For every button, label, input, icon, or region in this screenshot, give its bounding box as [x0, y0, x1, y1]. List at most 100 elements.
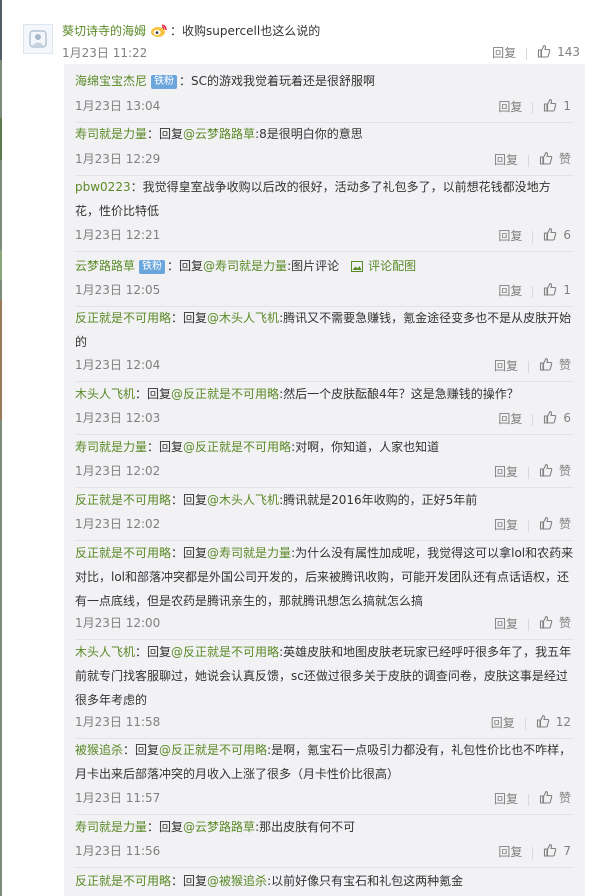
reply-timestamp: 1月23日 12:04 — [75, 358, 161, 372]
list-item: 被猴追杀：回复@反正就是不可用略:是啊，氪宝石一点吸引力都没有，礼包性价比也不咋… — [64, 738, 585, 815]
mention-link[interactable]: @云梦路路草 — [183, 820, 255, 834]
reply-text-block: 寿司就是力量：回复@云梦路路草:8是很明白你的意思 — [75, 122, 574, 146]
reply-text-block: 木头人飞机：回复@反正就是不可用略:英雄皮肤和地图皮肤老玩家已经呼吁很多年了，我… — [75, 640, 574, 712]
reply-text-block: 云梦路路草 铁粉 ：回复@寿司就是力量:图片评论 评论配图 — [75, 254, 574, 280]
reply-username[interactable]: 寿司就是力量 — [75, 820, 147, 834]
reply-prefix: 回复 — [159, 820, 184, 834]
like-button[interactable]: 赞 — [539, 615, 571, 634]
reply-username[interactable]: 木头人飞机 — [75, 387, 135, 401]
reply-separator: ： — [171, 874, 184, 888]
reply-actions: 回复 7 — [498, 843, 571, 862]
reply-actions: 回复 赞 — [494, 516, 571, 535]
mention-link[interactable]: @反正就是不可用略 — [183, 440, 291, 454]
reply-username[interactable]: pbw0223 — [75, 180, 131, 194]
reply-actions: 回复 1 — [498, 98, 571, 117]
thumbs-up-icon — [539, 790, 553, 809]
action-divider — [527, 519, 529, 532]
reply-timestamp: 1月23日 11:57 — [75, 791, 161, 805]
reply-button[interactable]: 回复 — [498, 283, 522, 300]
reply-separator: ： — [135, 387, 148, 401]
reply-username[interactable]: 反正就是不可用略 — [75, 546, 171, 560]
reply-text: :腾讯就是2016年收购的，正好5年前 — [279, 493, 478, 507]
fan-badge: 铁粉 — [139, 260, 166, 274]
mention-link[interactable]: @寿司就是力量 — [203, 259, 287, 273]
like-count: 赞 — [558, 791, 571, 805]
reply-button[interactable]: 回复 — [498, 411, 522, 428]
reply-username[interactable]: 云梦路路草 — [75, 259, 135, 273]
reply-button[interactable]: 回复 — [498, 228, 522, 245]
action-divider — [527, 466, 529, 479]
list-item: 反正就是不可用略：回复@寿司就是力量:为什么没有属性加成呢，我觉得这可以拿lol… — [64, 541, 585, 640]
reply-username[interactable]: 反正就是不可用略 — [75, 311, 171, 325]
comment-username[interactable]: 葵切诗寺的海姆 — [62, 24, 146, 38]
reply-button[interactable]: 回复 — [492, 45, 516, 62]
action-divider — [532, 413, 534, 426]
comment-text: ：收购supercell也这么说的 — [170, 24, 321, 38]
action-divider — [526, 47, 528, 60]
reply-timestamp: 1月23日 12:03 — [75, 411, 161, 425]
reply-separator: ： — [179, 74, 192, 88]
reply-username[interactable]: 木头人飞机 — [75, 645, 135, 659]
like-button[interactable]: 赞 — [539, 151, 571, 170]
like-count: 1 — [563, 99, 571, 113]
reply-username[interactable]: 被猴追杀 — [75, 743, 123, 757]
reply-button[interactable]: 回复 — [491, 715, 515, 732]
reply-actions: 回复 1 — [498, 282, 571, 301]
reply-prefix: 回复 — [179, 259, 204, 273]
reply-text-block: 反正就是不可用略：回复@被猴追杀:以前好像只有宝石和礼包这两种氪金 — [75, 869, 574, 893]
thumbs-up-icon — [537, 44, 551, 63]
mention-link[interactable]: @被猴追杀 — [207, 874, 267, 888]
like-button[interactable]: 赞 — [539, 463, 571, 482]
like-button[interactable]: 1 — [543, 98, 571, 117]
reply-text: :8是很明白你的意思 — [255, 127, 363, 141]
mention-link[interactable]: @寿司就是力量 — [207, 546, 291, 560]
reply-button[interactable]: 回复 — [494, 152, 518, 169]
reply-prefix: 回复 — [147, 387, 172, 401]
reply-separator: ： — [147, 127, 160, 141]
like-button[interactable]: 赞 — [539, 357, 571, 376]
reply-text-block: 木头人飞机：回复@反正就是不可用略:然后一个皮肤酝酿4年？这是急赚钱的操作？ — [75, 382, 574, 406]
avatar[interactable] — [23, 24, 53, 54]
like-button[interactable]: 6 — [543, 410, 571, 429]
reply-button[interactable]: 回复 — [494, 358, 518, 375]
comment-image-link[interactable]: 评论配图 — [351, 259, 416, 273]
like-button[interactable]: 6 — [543, 227, 571, 246]
reply-username[interactable]: 寿司就是力量 — [75, 127, 147, 141]
action-divider — [532, 101, 534, 114]
mention-link[interactable]: @反正就是不可用略 — [171, 645, 279, 659]
like-button[interactable]: 赞 — [539, 790, 571, 809]
reply-username[interactable]: 反正就是不可用略 — [75, 493, 171, 507]
reply-separator: ： — [171, 546, 184, 560]
left-edge-accent — [0, 118, 2, 160]
mention-link[interactable]: @木头人飞机 — [207, 493, 279, 507]
reply-actions: 回复 赞 — [494, 151, 571, 170]
reply-username[interactable]: 寿司就是力量 — [75, 440, 147, 454]
reply-button[interactable]: 回复 — [498, 844, 522, 861]
like-button[interactable]: 143 — [537, 44, 580, 63]
reply-button[interactable]: 回复 — [494, 616, 518, 633]
like-button[interactable]: 1 — [543, 282, 571, 301]
reply-button[interactable]: 回复 — [494, 517, 518, 534]
mention-link[interactable]: @反正就是不可用略 — [159, 743, 267, 757]
like-button[interactable]: 赞 — [539, 516, 571, 535]
reply-text: :以前好像只有宝石和礼包这两种氪金 — [267, 874, 464, 888]
reply-prefix: 回复 — [159, 440, 184, 454]
reply-username[interactable]: 反正就是不可用略 — [75, 874, 171, 888]
reply-button[interactable]: 回复 — [498, 99, 522, 116]
like-button[interactable]: 12 — [536, 714, 571, 733]
reply-separator: ： — [147, 820, 160, 834]
action-divider — [532, 230, 534, 243]
action-divider — [532, 285, 534, 298]
reply-separator: ： — [167, 259, 180, 273]
reply-button[interactable]: 回复 — [494, 791, 518, 808]
mention-link[interactable]: @云梦路路草 — [183, 127, 255, 141]
mention-link[interactable]: @木头人飞机 — [207, 311, 279, 325]
list-item: 反正就是不可用略：回复@木头人飞机:腾讯又不需要急赚钱，氪金途径变多也不是从皮肤… — [64, 306, 585, 382]
mention-link[interactable]: @反正就是不可用略 — [171, 387, 279, 401]
reply-actions: 回复 6 — [498, 227, 571, 246]
reply-button[interactable]: 回复 — [494, 464, 518, 481]
like-button[interactable]: 7 — [543, 843, 571, 862]
action-divider — [527, 154, 529, 167]
reply-username[interactable]: 海绵宝宝杰尼 — [75, 74, 147, 88]
comment-timestamp: 1月23日 11:22 — [62, 46, 148, 60]
